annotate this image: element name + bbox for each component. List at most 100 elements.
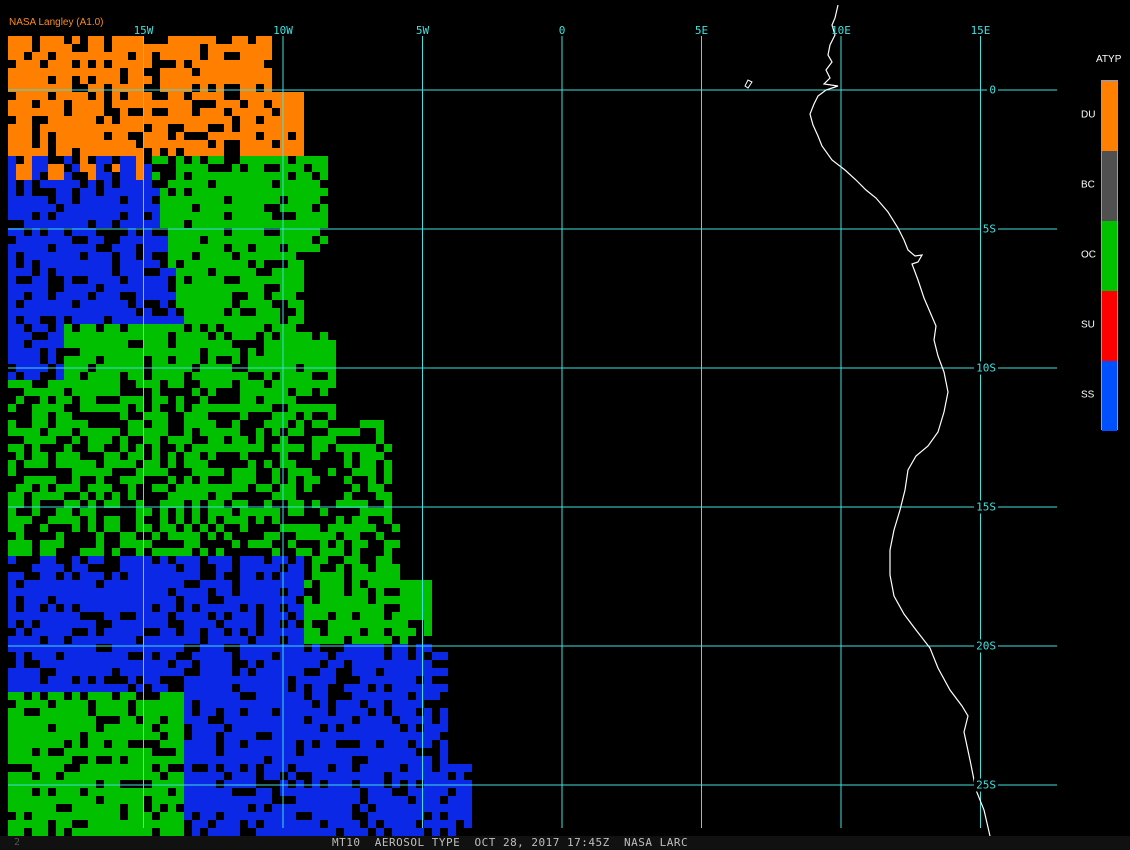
aerosol-pixel-ss <box>232 780 240 788</box>
aerosol-pixel-ss <box>400 820 408 828</box>
aerosol-pixel-ss <box>264 708 272 716</box>
aerosol-pixel-ss <box>288 756 296 764</box>
aerosol-pixel-ss <box>184 804 192 812</box>
aerosol-pixel-oc <box>192 452 200 460</box>
aerosol-pixel-ss <box>56 660 64 668</box>
aerosol-pixel-oc <box>72 332 80 340</box>
aerosol-pixel-ss <box>56 196 64 204</box>
aerosol-pixel-oc <box>232 420 240 428</box>
aerosol-pixel-oc <box>336 588 344 596</box>
aerosol-pixel-oc <box>48 380 56 388</box>
aerosol-pixel-oc <box>152 380 160 388</box>
aerosol-pixel-oc <box>112 388 120 396</box>
aerosol-pixel-oc <box>248 220 256 228</box>
aerosol-pixel-oc <box>16 444 24 452</box>
aerosol-pixel-ss <box>88 268 96 276</box>
aerosol-pixel-ss <box>368 668 376 676</box>
aerosol-pixel-ss <box>232 596 240 604</box>
aerosol-pixel-du <box>192 124 200 132</box>
aerosol-pixel-ss <box>56 580 64 588</box>
aerosol-pixel-ss <box>296 580 304 588</box>
aerosol-pixel-oc <box>136 476 144 484</box>
aerosol-pixel-oc <box>312 380 320 388</box>
aerosol-pixel-oc <box>320 548 328 556</box>
aerosol-pixel-ss <box>224 580 232 588</box>
aerosol-pixel-oc <box>224 532 232 540</box>
aerosol-pixel-ss <box>240 652 248 660</box>
aerosol-pixel-ss <box>272 684 280 692</box>
aerosol-pixel-oc <box>8 444 16 452</box>
aerosol-pixel-ss <box>240 668 248 676</box>
aerosol-pixel-oc <box>176 724 184 732</box>
aerosol-pixel-oc <box>136 724 144 732</box>
longitude-label: 10E <box>831 24 851 37</box>
aerosol-pixel-ss <box>144 588 152 596</box>
aerosol-pixel-ss <box>424 660 432 668</box>
aerosol-pixel-ss <box>8 164 16 172</box>
aerosol-pixel-oc <box>232 540 240 548</box>
aerosol-pixel-ss <box>48 348 56 356</box>
aerosol-pixel-oc <box>56 724 64 732</box>
aerosol-pixel-oc <box>152 460 160 468</box>
aerosol-pixel-ss <box>272 668 280 676</box>
aerosol-pixel-oc <box>64 724 72 732</box>
aerosol-pixel-ss <box>32 156 40 164</box>
aerosol-pixel-oc <box>200 428 208 436</box>
aerosol-pixel-du <box>56 84 64 92</box>
aerosol-pixel-oc <box>376 580 384 588</box>
aerosol-pixel-oc <box>256 284 264 292</box>
aerosol-pixel-du <box>16 68 24 76</box>
aerosol-pixel-oc <box>272 388 280 396</box>
aerosol-pixel-du <box>128 100 136 108</box>
aerosol-pixel-oc <box>24 436 32 444</box>
aerosol-pixel-ss <box>256 556 264 564</box>
aerosol-pixel-oc <box>112 780 120 788</box>
aerosol-pixel-oc <box>168 796 176 804</box>
aerosol-pixel-du <box>80 140 88 148</box>
aerosol-pixel-du <box>264 44 272 52</box>
aerosol-pixel-oc <box>256 324 264 332</box>
aerosol-pixel-ss <box>440 748 448 756</box>
aerosol-pixel-ss <box>400 796 408 804</box>
aerosol-pixel-oc <box>104 436 112 444</box>
aerosol-pixel-oc <box>264 540 272 548</box>
aerosol-pixel-ss <box>8 588 16 596</box>
aerosol-pixel-ss <box>392 644 400 652</box>
aerosol-pixel-ss <box>240 716 248 724</box>
aerosol-pixel-oc <box>208 532 216 540</box>
aerosol-pixel-ss <box>432 780 440 788</box>
aerosol-pixel-ss <box>32 684 40 692</box>
aerosol-pixel-ss <box>440 716 448 724</box>
aerosol-pixel-oc <box>160 548 168 556</box>
aerosol-pixel-oc <box>128 756 136 764</box>
aerosol-pixel-ss <box>8 636 16 644</box>
aerosol-pixel-ss <box>96 660 104 668</box>
aerosol-pixel-ss <box>256 644 264 652</box>
aerosol-pixel-du <box>200 140 208 148</box>
aerosol-pixel-ss <box>408 788 416 796</box>
aerosol-pixel-du <box>112 140 120 148</box>
aerosol-pixel-ss <box>32 628 40 636</box>
aerosol-pixel-ss <box>48 612 56 620</box>
aerosol-pixel-ss <box>288 660 296 668</box>
aerosol-pixel-oc <box>304 604 312 612</box>
aerosol-pixel-ss <box>336 708 344 716</box>
aerosol-pixel-oc <box>128 748 136 756</box>
aerosol-pixel-du <box>288 92 296 100</box>
aerosol-pixel-oc <box>248 204 256 212</box>
aerosol-pixel-du <box>248 68 256 76</box>
aerosol-pixel-oc <box>272 444 280 452</box>
aerosol-pixel-du <box>40 44 48 52</box>
aerosol-pixel-ss <box>200 644 208 652</box>
aerosol-pixel-oc <box>24 484 32 492</box>
aerosol-pixel-ss <box>288 804 296 812</box>
aerosol-pixel-ss <box>296 700 304 708</box>
aerosol-pixel-oc <box>120 444 128 452</box>
aerosol-pixel-oc <box>248 156 256 164</box>
aerosol-pixel-oc <box>32 404 40 412</box>
aerosol-pixel-ss <box>136 268 144 276</box>
aerosol-pixel-oc <box>232 468 240 476</box>
aerosol-pixel-oc <box>264 172 272 180</box>
aerosol-pixel-oc <box>152 332 160 340</box>
aerosol-pixel-ss <box>160 572 168 580</box>
